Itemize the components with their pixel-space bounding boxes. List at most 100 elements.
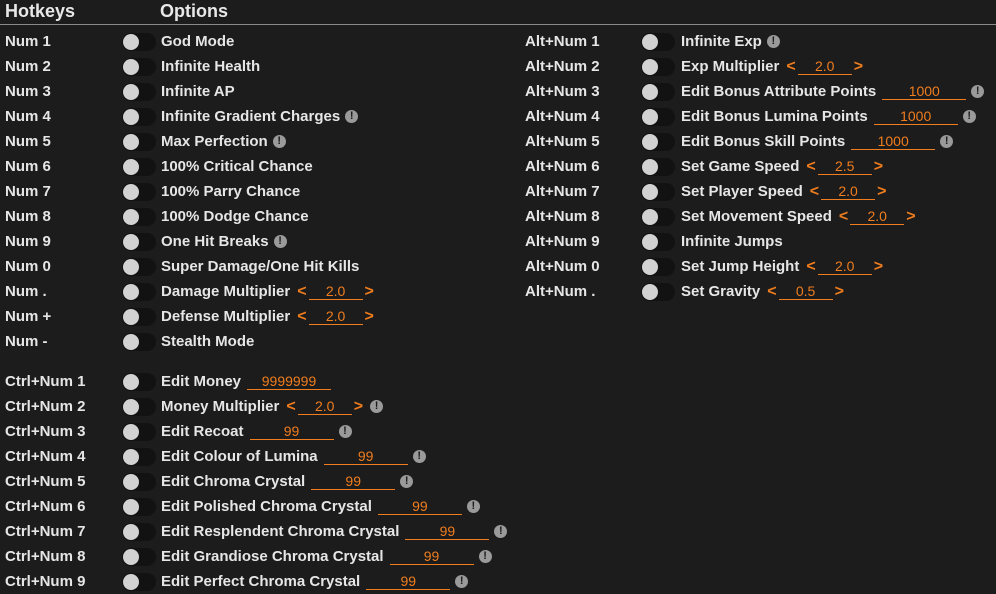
value-field-edit-polished-chroma-crystal[interactable]: 99	[377, 498, 462, 515]
info-icon[interactable]: !	[494, 525, 508, 538]
decrease-arrow-icon[interactable]: <	[786, 58, 795, 75]
increase-arrow-icon[interactable]: >	[854, 58, 863, 75]
value-field-edit-perfect-chroma-crystal[interactable]: 99	[366, 573, 451, 590]
decrease-arrow-icon[interactable]: <	[297, 283, 306, 300]
option-content: God Mode	[161, 33, 234, 50]
toggle-set-movement-speed[interactable]	[641, 208, 675, 226]
decrease-arrow-icon[interactable]: <	[286, 398, 295, 415]
value-field-set-game-speed[interactable]: 2.5	[817, 158, 872, 175]
toggle-knob	[123, 84, 139, 100]
option-row-edit-recoat: Ctrl+Num 3 Edit Recoat 99!	[5, 419, 485, 444]
decrease-arrow-icon[interactable]: <	[297, 308, 306, 325]
info-icon[interactable]: !	[370, 400, 384, 413]
toggle-edit-recoat[interactable]	[122, 423, 156, 441]
info-icon[interactable]: !	[766, 35, 780, 48]
hotkey-label: Num 0	[5, 258, 51, 275]
toggle-set-player-speed[interactable]	[641, 183, 675, 201]
decrease-arrow-icon[interactable]: <	[806, 158, 815, 175]
increase-arrow-icon[interactable]: >	[906, 208, 915, 225]
toggle-set-jump-height[interactable]	[641, 258, 675, 276]
toggle-infinite-exp[interactable]	[641, 33, 675, 51]
decrease-arrow-icon[interactable]: <	[839, 208, 848, 225]
right-column: Alt+Num 1 Infinite Exp! Alt+Num 2 Exp Multi…	[525, 29, 996, 304]
toggle-max-perfection[interactable]	[122, 133, 156, 151]
toggle-set-gravity[interactable]	[641, 283, 675, 301]
toggle-god-mode[interactable]	[122, 33, 156, 51]
value-field-edit-colour-of-lumina[interactable]: 99	[323, 448, 408, 465]
increase-arrow-icon[interactable]: >	[874, 258, 883, 275]
value-field-edit-bonus-skill-points[interactable]: 1000	[851, 133, 936, 150]
increase-arrow-icon[interactable]: >	[877, 183, 886, 200]
hotkey-label: Alt+Num 7	[525, 183, 600, 200]
hotkey-label: Ctrl+Num 4	[5, 448, 86, 465]
hotkey-label: Num +	[5, 308, 52, 325]
info-icon[interactable]: !	[940, 135, 954, 148]
toggle-edit-bonus-lumina-points[interactable]	[641, 108, 675, 126]
value-field-edit-chroma-crystal[interactable]: 99	[311, 473, 396, 490]
info-icon[interactable]: !	[400, 475, 414, 488]
toggle-exp-multiplier[interactable]	[641, 58, 675, 76]
value-field-money-multiplier[interactable]: 2.0	[297, 398, 352, 415]
toggle-edit-chroma-crystal[interactable]	[122, 473, 156, 491]
option-row-edit-bonus-skill-points: Alt+Num 5 Edit Bonus Skill Points 1000!	[525, 129, 996, 154]
info-icon[interactable]: !	[273, 235, 287, 248]
increase-arrow-icon[interactable]: >	[835, 283, 844, 300]
toggle-one-hit-breaks[interactable]	[122, 233, 156, 251]
toggle-infinite-ap[interactable]	[122, 83, 156, 101]
option-content: Infinite Gradient Charges!	[161, 108, 359, 125]
toggle-100-dodge-chance[interactable]	[122, 208, 156, 226]
value-field-edit-recoat[interactable]: 99	[249, 423, 334, 440]
value-field-set-player-speed[interactable]: 2.0	[821, 183, 876, 200]
info-icon[interactable]: !	[971, 85, 985, 98]
toggle-edit-perfect-chroma-crystal[interactable]	[122, 573, 156, 591]
decrease-arrow-icon[interactable]: <	[767, 283, 776, 300]
toggle-super-damage-one-hit-kills[interactable]	[122, 258, 156, 276]
toggle-100-critical-chance[interactable]	[122, 158, 156, 176]
info-icon[interactable]: !	[478, 550, 492, 563]
info-icon[interactable]: !	[455, 575, 469, 588]
toggle-edit-money[interactable]	[122, 373, 156, 391]
increase-arrow-icon[interactable]: >	[365, 308, 374, 325]
increase-arrow-icon[interactable]: >	[874, 158, 883, 175]
increase-arrow-icon[interactable]: >	[354, 398, 363, 415]
decrease-arrow-icon[interactable]: <	[810, 183, 819, 200]
info-icon[interactable]: !	[466, 500, 480, 513]
decrease-arrow-icon[interactable]: <	[806, 258, 815, 275]
toggle-defense-multiplier[interactable]	[122, 308, 156, 326]
info-icon[interactable]: !	[338, 425, 352, 438]
toggle-set-game-speed[interactable]	[641, 158, 675, 176]
value-field-defense-multiplier[interactable]: 2.0	[308, 308, 363, 325]
toggle-edit-resplendent-chroma-crystal[interactable]	[122, 523, 156, 541]
value-field-edit-grandiose-chroma-crystal[interactable]: 99	[389, 548, 474, 565]
toggle-edit-grandiose-chroma-crystal[interactable]	[122, 548, 156, 566]
toggle-damage-multiplier[interactable]	[122, 283, 156, 301]
toggle-edit-polished-chroma-crystal[interactable]	[122, 498, 156, 516]
value-field-edit-resplendent-chroma-crystal[interactable]: 99	[405, 523, 490, 540]
toggle-infinite-gradient-charges[interactable]	[122, 108, 156, 126]
info-icon[interactable]: !	[272, 135, 286, 148]
toggle-100-parry-chance[interactable]	[122, 183, 156, 201]
value-field-damage-multiplier[interactable]: 2.0	[308, 283, 363, 300]
info-icon[interactable]: !	[412, 450, 426, 463]
value-field-set-jump-height[interactable]: 2.0	[817, 258, 872, 275]
increase-arrow-icon[interactable]: >	[365, 283, 374, 300]
toggle-knob	[123, 374, 139, 390]
toggle-money-multiplier[interactable]	[122, 398, 156, 416]
toggle-infinite-jumps[interactable]	[641, 233, 675, 251]
toggle-edit-bonus-skill-points[interactable]	[641, 133, 675, 151]
info-icon[interactable]: !	[962, 110, 976, 123]
value-field-edit-bonus-attribute-points[interactable]: 1000	[882, 83, 967, 100]
value-field-edit-bonus-lumina-points[interactable]: 1000	[873, 108, 958, 125]
value-field-exp-multiplier[interactable]: 2.0	[797, 58, 852, 75]
value-field-set-gravity[interactable]: 0.5	[778, 283, 833, 300]
toggle-edit-colour-of-lumina[interactable]	[122, 448, 156, 466]
value-field-set-movement-speed[interactable]: 2.0	[850, 208, 905, 225]
option-content: Max Perfection!	[161, 133, 286, 150]
info-icon[interactable]: !	[345, 110, 359, 123]
value-field-edit-money[interactable]: 9999999	[247, 373, 332, 390]
header: Hotkeys Options	[0, 0, 996, 25]
option-label-100-dodge-chance: 100% Dodge Chance	[161, 208, 309, 225]
toggle-stealth-mode[interactable]	[122, 333, 156, 351]
toggle-infinite-health[interactable]	[122, 58, 156, 76]
toggle-edit-bonus-attribute-points[interactable]	[641, 83, 675, 101]
